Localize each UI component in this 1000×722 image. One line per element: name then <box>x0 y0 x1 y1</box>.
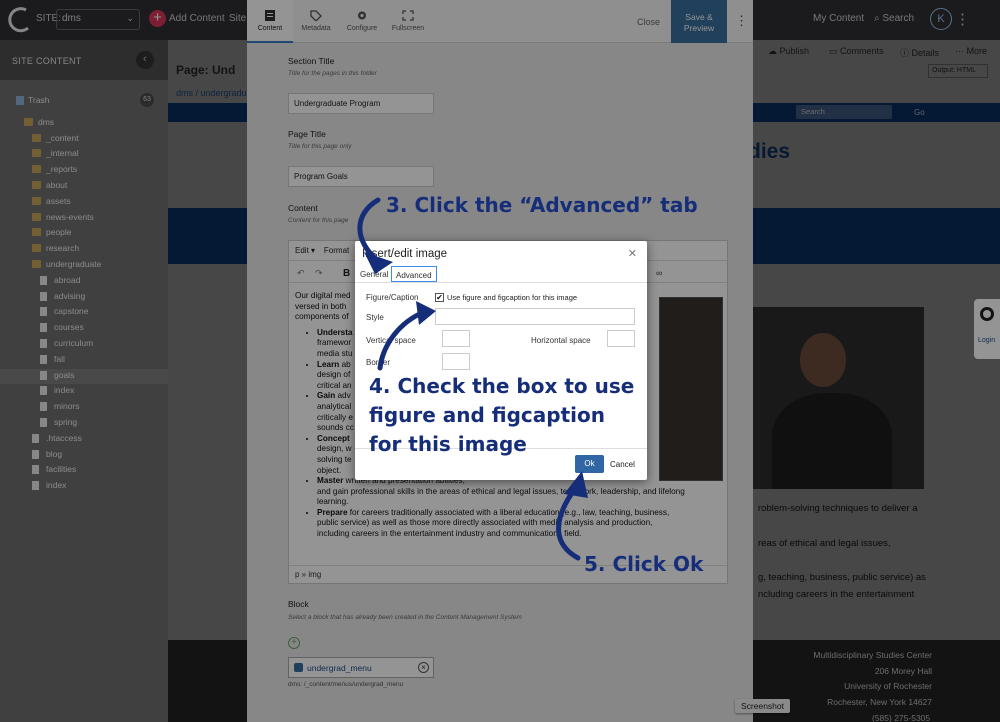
dialog-title: Insert/edit image <box>362 248 448 260</box>
figure-caption-checkbox[interactable]: ✔ <box>435 293 444 302</box>
figure-caption-checkbox-label: Use figure and figcaption for this image <box>447 293 578 302</box>
figure-caption-label: Figure/Caption <box>366 293 419 302</box>
annotation-step-3: 3. Click the “Advanced” tab <box>386 193 698 217</box>
style-label: Style <box>366 313 384 322</box>
annotation-line: for this image <box>369 432 527 456</box>
close-icon[interactable]: ✕ <box>628 247 637 260</box>
horizontal-space-label: Horizontal space <box>531 336 591 345</box>
vertical-space-label: Vertical space <box>366 336 416 345</box>
cancel-button[interactable]: Cancel <box>610 460 635 469</box>
border-input[interactable] <box>442 353 470 370</box>
horizontal-space-input[interactable] <box>607 330 635 347</box>
annotation-step-5: 5. Click Ok <box>584 552 704 576</box>
dialog-tabs: General Advanced <box>355 265 647 283</box>
style-input[interactable] <box>435 308 635 325</box>
tab-advanced[interactable]: Advanced <box>391 266 437 282</box>
vertical-space-input[interactable] <box>442 330 470 347</box>
annotation-line: figure and figcaption <box>369 403 605 427</box>
annotation-line: 4. Check the box to use <box>369 374 635 398</box>
annotation-step-4: 4. Check the box to use figure and figca… <box>369 372 639 459</box>
tab-general[interactable]: General <box>356 266 392 282</box>
border-label: Border <box>366 358 391 367</box>
